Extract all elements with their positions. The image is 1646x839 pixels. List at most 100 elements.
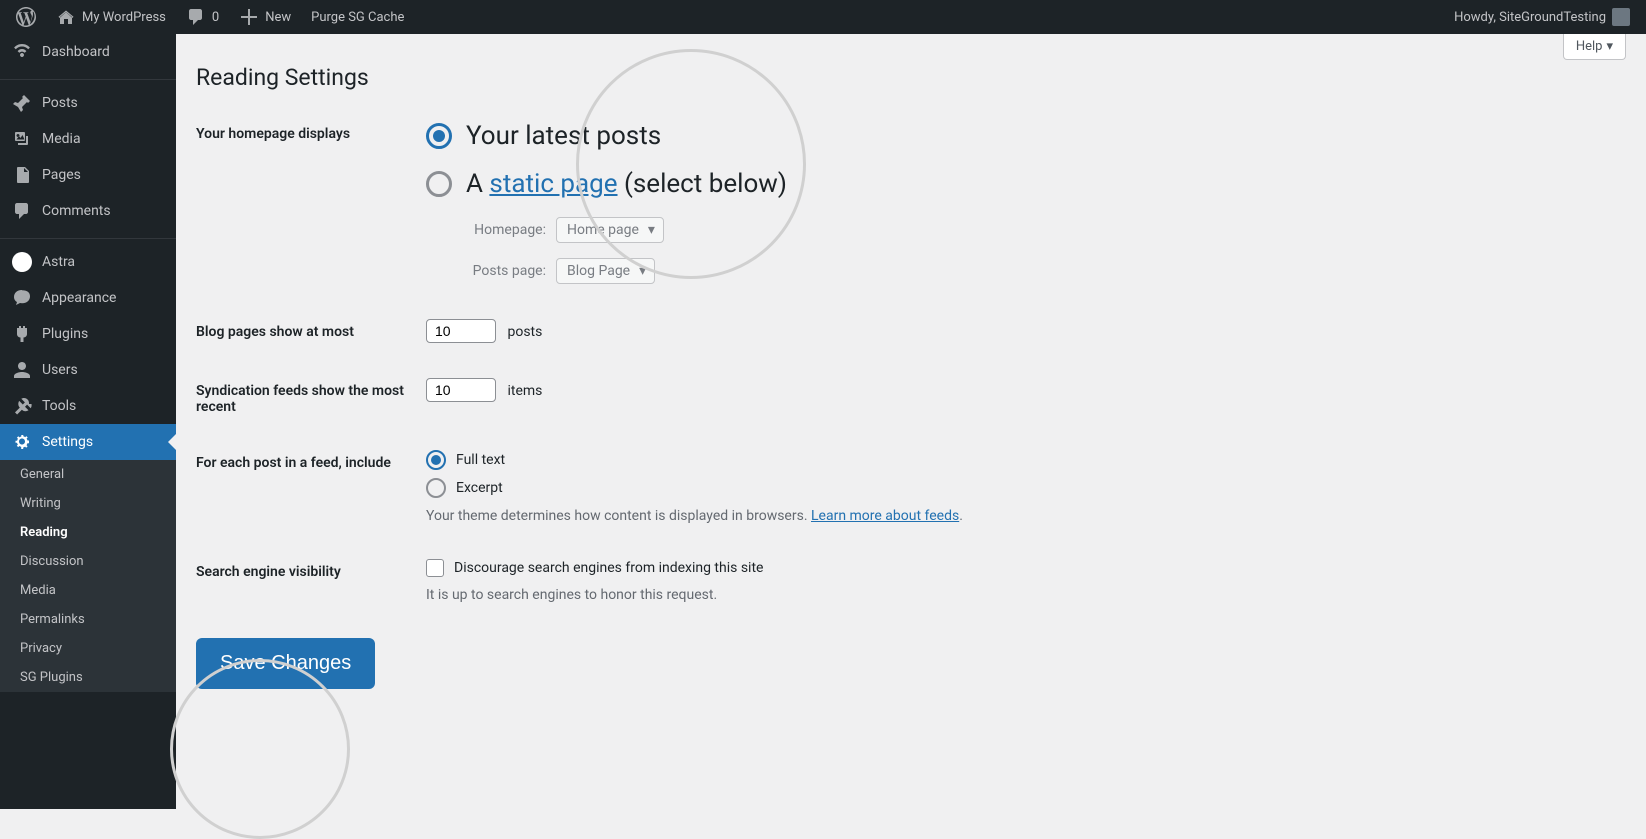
items-suffix: items	[507, 383, 542, 399]
submenu-reading[interactable]: Reading	[0, 518, 176, 547]
site-name-text: My WordPress	[82, 10, 166, 25]
feed-description: Your theme determines how content is dis…	[426, 508, 1626, 524]
menu-users[interactable]: Users	[0, 352, 176, 388]
menu-comments[interactable]: Comments	[0, 193, 176, 229]
menu-separator	[0, 75, 176, 80]
menu-dashboard[interactable]: Dashboard	[0, 34, 176, 70]
feed-include-field: Full text Excerpt Your theme determines …	[426, 450, 1626, 524]
chevron-down-icon: ▾	[1606, 39, 1613, 54]
main-content: Help ▾ Reading Settings Your homepage di…	[176, 34, 1646, 809]
submenu-privacy[interactable]: Privacy	[0, 634, 176, 663]
static-page-radio[interactable]	[426, 171, 452, 197]
new-content-link[interactable]: New	[231, 0, 299, 34]
feed-include-label: For each post in a feed, include	[196, 450, 426, 471]
syndication-label: Syndication feeds show the most recent	[196, 378, 426, 415]
menu-label: Tools	[42, 398, 76, 414]
comment-count: 0	[212, 10, 219, 25]
menu-label: Settings	[42, 434, 93, 450]
full-text-option: Full text	[426, 450, 1626, 470]
purge-cache-link[interactable]: Purge SG Cache	[303, 0, 412, 34]
settings-icon	[12, 432, 32, 452]
appearance-icon	[12, 288, 32, 308]
menu-plugins[interactable]: Plugins	[0, 316, 176, 352]
comment-icon	[12, 201, 32, 221]
feed-include-row: For each post in a feed, include Full te…	[196, 450, 1626, 524]
homepage-options: Your latest posts A static page (select …	[426, 121, 1626, 284]
search-visibility-row: Search engine visibility Discourage sear…	[196, 559, 1626, 603]
blog-pages-input[interactable]	[426, 319, 496, 343]
pin-icon	[12, 93, 32, 113]
menu-label: Posts	[42, 95, 78, 111]
help-tab[interactable]: Help ▾	[1563, 34, 1626, 60]
posts-page-select[interactable]: Blog Page	[556, 258, 655, 284]
full-text-label: Full text	[456, 452, 505, 468]
menu-label: Astra	[42, 254, 75, 270]
menu-label: Comments	[42, 203, 111, 219]
menu-pages[interactable]: Pages	[0, 157, 176, 193]
site-name-link[interactable]: My WordPress	[48, 0, 174, 34]
static-page-text: A static page (select below)	[466, 169, 787, 199]
submenu-sg-plugins[interactable]: SG Plugins	[0, 663, 176, 692]
admin-bar: My WordPress 0 New Purge SG Cache Howdy,…	[0, 0, 1646, 34]
menu-label: Users	[42, 362, 78, 378]
discourage-checkbox[interactable]	[426, 559, 444, 577]
menu-media[interactable]: Media	[0, 121, 176, 157]
purge-label: Purge SG Cache	[311, 10, 404, 25]
settings-submenu: General Writing Reading Discussion Media…	[0, 460, 176, 692]
settings-form: Your homepage displays Your latest posts…	[196, 121, 1626, 603]
submenu-writing[interactable]: Writing	[0, 489, 176, 518]
latest-posts-radio[interactable]	[426, 123, 452, 149]
homepage-select[interactable]: Home page	[556, 217, 664, 243]
wordpress-icon	[16, 7, 36, 27]
plus-icon	[239, 7, 259, 27]
menu-appearance[interactable]: Appearance	[0, 280, 176, 316]
discourage-option: Discourage search engines from indexing …	[426, 559, 1626, 577]
feeds-learn-more-link[interactable]: Learn more about feeds	[811, 508, 959, 524]
menu-label: Dashboard	[42, 44, 110, 60]
homepage-select-row: Homepage: Home page	[466, 217, 1626, 243]
menu-tools[interactable]: Tools	[0, 388, 176, 424]
excerpt-option: Excerpt	[426, 478, 1626, 498]
menu-label: Appearance	[42, 290, 116, 306]
blog-pages-row: Blog pages show at most posts	[196, 319, 1626, 343]
blog-pages-field: posts	[426, 319, 1626, 343]
users-icon	[12, 360, 32, 380]
help-label: Help	[1576, 39, 1603, 54]
menu-label: Media	[42, 131, 81, 147]
plugin-icon	[12, 324, 32, 344]
media-icon	[12, 129, 32, 149]
menu-label: Pages	[42, 167, 81, 183]
discourage-label: Discourage search engines from indexing …	[454, 560, 763, 576]
suffix: (select below)	[618, 169, 787, 199]
wp-logo[interactable]	[8, 0, 44, 34]
submenu-general[interactable]: General	[0, 460, 176, 489]
menu-posts[interactable]: Posts	[0, 85, 176, 121]
posts-page-select-row: Posts page: Blog Page	[466, 258, 1626, 284]
full-text-radio[interactable]	[426, 450, 446, 470]
menu-separator	[0, 234, 176, 239]
admin-bar-left: My WordPress 0 New Purge SG Cache	[8, 0, 412, 34]
static-page-link[interactable]: static page	[489, 169, 617, 199]
desc-prefix: Your theme determines how content is dis…	[426, 508, 811, 524]
menu-astra[interactable]: Astra	[0, 244, 176, 280]
user-menu[interactable]: Howdy, SiteGroundTesting	[1446, 0, 1638, 34]
excerpt-radio[interactable]	[426, 478, 446, 498]
syndication-row: Syndication feeds show the most recent i…	[196, 378, 1626, 415]
comments-link[interactable]: 0	[178, 0, 227, 34]
submenu-discussion[interactable]: Discussion	[0, 547, 176, 576]
submenu-permalinks[interactable]: Permalinks	[0, 605, 176, 634]
prefix: A	[466, 169, 489, 199]
submenu-media[interactable]: Media	[0, 576, 176, 605]
posts-page-label: Posts page:	[466, 263, 546, 279]
save-changes-button[interactable]: Save Changes	[196, 638, 375, 689]
static-page-option: A static page (select below)	[426, 169, 1626, 199]
admin-bar-right: Howdy, SiteGroundTesting	[1446, 0, 1638, 34]
menu-settings[interactable]: Settings	[0, 424, 176, 460]
excerpt-label: Excerpt	[456, 480, 503, 496]
homepage-select-label: Homepage:	[466, 222, 546, 238]
search-visibility-field: Discourage search engines from indexing …	[426, 559, 1626, 603]
blog-pages-label: Blog pages show at most	[196, 319, 426, 340]
syndication-field: items	[426, 378, 1626, 402]
save-wrap: Save Changes	[196, 638, 1626, 689]
syndication-input[interactable]	[426, 378, 496, 402]
